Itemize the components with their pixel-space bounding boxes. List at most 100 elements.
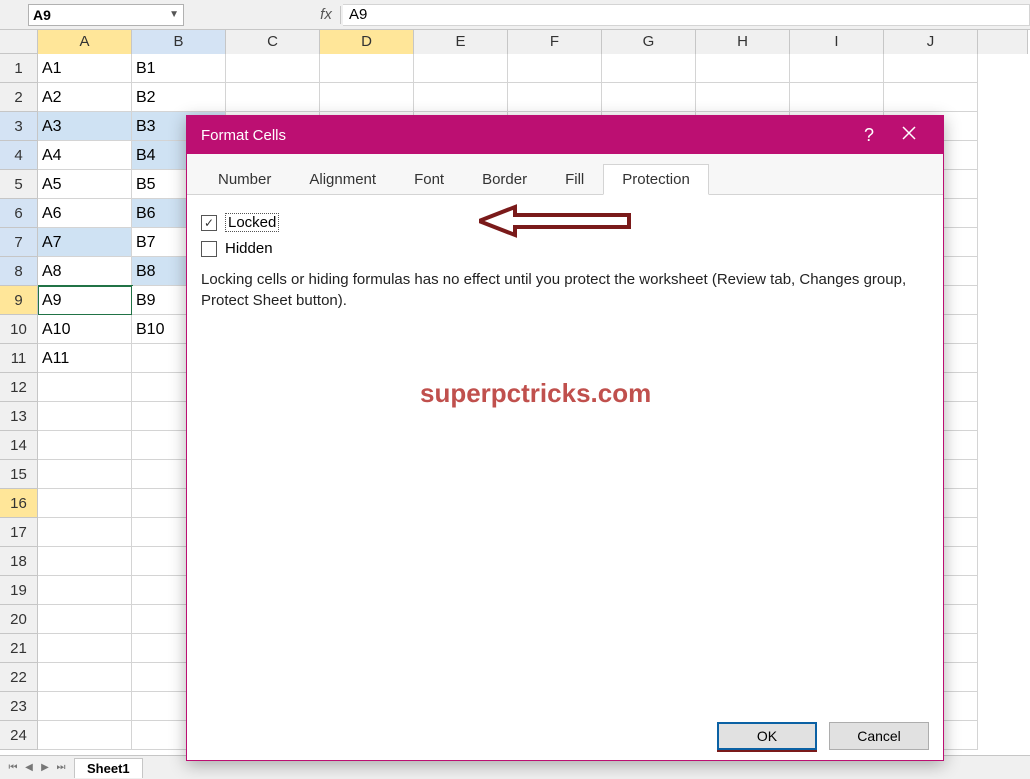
select-all-corner[interactable] bbox=[0, 30, 38, 54]
cell-b2[interactable]: B2 bbox=[132, 83, 226, 112]
cell-a3[interactable]: A3 bbox=[38, 112, 132, 141]
cell-a13[interactable] bbox=[38, 402, 132, 431]
tab-border[interactable]: Border bbox=[463, 164, 546, 194]
row-header-20[interactable]: 20 bbox=[0, 605, 38, 634]
column-header-i[interactable]: I bbox=[790, 30, 884, 54]
tab-fill[interactable]: Fill bbox=[546, 164, 603, 194]
column-header-g[interactable]: G bbox=[602, 30, 696, 54]
cell-a23[interactable] bbox=[38, 692, 132, 721]
column-header-a[interactable]: A bbox=[38, 30, 132, 54]
cell-a1[interactable]: A1 bbox=[38, 54, 132, 83]
cell-c2[interactable] bbox=[226, 83, 320, 112]
column-header-h[interactable]: H bbox=[696, 30, 790, 54]
column-header-c[interactable]: C bbox=[226, 30, 320, 54]
row-header-10[interactable]: 10 bbox=[0, 315, 38, 344]
row-header-6[interactable]: 6 bbox=[0, 199, 38, 228]
row-header-22[interactable]: 22 bbox=[0, 663, 38, 692]
fx-icon[interactable]: fx bbox=[314, 6, 338, 23]
cell-a16[interactable] bbox=[38, 489, 132, 518]
cell-a14[interactable] bbox=[38, 431, 132, 460]
row-header-21[interactable]: 21 bbox=[0, 634, 38, 663]
row-header-24[interactable]: 24 bbox=[0, 721, 38, 750]
formula-input[interactable]: A9 bbox=[343, 4, 1030, 26]
dialog-titlebar[interactable]: Format Cells ? bbox=[187, 116, 943, 154]
hidden-checkbox-row[interactable]: Hidden bbox=[201, 240, 929, 257]
cell-a7[interactable]: A7 bbox=[38, 228, 132, 257]
row-header-12[interactable]: 12 bbox=[0, 373, 38, 402]
cell-g2[interactable] bbox=[602, 83, 696, 112]
row-header-1[interactable]: 1 bbox=[0, 54, 38, 83]
cell-a6[interactable]: A6 bbox=[38, 199, 132, 228]
column-header-e[interactable]: E bbox=[414, 30, 508, 54]
tab-alignment[interactable]: Alignment bbox=[290, 164, 395, 194]
tab-font[interactable]: Font bbox=[395, 164, 463, 194]
row-header-7[interactable]: 7 bbox=[0, 228, 38, 257]
cell-a21[interactable] bbox=[38, 634, 132, 663]
cell-g1[interactable] bbox=[602, 54, 696, 83]
column-header-f[interactable]: F bbox=[508, 30, 602, 54]
cancel-button[interactable]: Cancel bbox=[829, 722, 929, 750]
cell-a12[interactable] bbox=[38, 373, 132, 402]
cell-a2[interactable]: A2 bbox=[38, 83, 132, 112]
cell-a10[interactable]: A10 bbox=[38, 315, 132, 344]
cell-f2[interactable] bbox=[508, 83, 602, 112]
column-header-d[interactable]: D bbox=[320, 30, 414, 54]
row-header-23[interactable]: 23 bbox=[0, 692, 38, 721]
tab-number[interactable]: Number bbox=[199, 164, 290, 194]
locked-checkbox[interactable] bbox=[201, 215, 217, 231]
cell-a15[interactable] bbox=[38, 460, 132, 489]
cell-a4[interactable]: A4 bbox=[38, 141, 132, 170]
hidden-checkbox[interactable] bbox=[201, 241, 217, 257]
cell-a22[interactable] bbox=[38, 663, 132, 692]
ok-button[interactable]: OK bbox=[717, 722, 817, 750]
row-header-11[interactable]: 11 bbox=[0, 344, 38, 373]
cell-c1[interactable] bbox=[226, 54, 320, 83]
row-header-5[interactable]: 5 bbox=[0, 170, 38, 199]
cell-i2[interactable] bbox=[790, 83, 884, 112]
chevron-down-icon[interactable]: ▼ bbox=[163, 9, 179, 20]
cell-e2[interactable] bbox=[414, 83, 508, 112]
tab-protection[interactable]: Protection bbox=[603, 164, 709, 195]
row-header-9[interactable]: 9 bbox=[0, 286, 38, 315]
cell-i1[interactable] bbox=[790, 54, 884, 83]
column-header-j[interactable]: J bbox=[884, 30, 978, 54]
row-header-3[interactable]: 3 bbox=[0, 112, 38, 141]
help-icon[interactable]: ? bbox=[849, 125, 889, 146]
row-header-18[interactable]: 18 bbox=[0, 547, 38, 576]
cell-e1[interactable] bbox=[414, 54, 508, 83]
cell-a5[interactable]: A5 bbox=[38, 170, 132, 199]
cell-h1[interactable] bbox=[696, 54, 790, 83]
row-header-16[interactable]: 16 bbox=[0, 489, 38, 518]
cell-a24[interactable] bbox=[38, 721, 132, 750]
cell-a18[interactable] bbox=[38, 547, 132, 576]
row-header-2[interactable]: 2 bbox=[0, 83, 38, 112]
cell-j2[interactable] bbox=[884, 83, 978, 112]
row-header-14[interactable]: 14 bbox=[0, 431, 38, 460]
cell-b1[interactable]: B1 bbox=[132, 54, 226, 83]
row-header-17[interactable]: 17 bbox=[0, 518, 38, 547]
cell-j1[interactable] bbox=[884, 54, 978, 83]
cell-h2[interactable] bbox=[696, 83, 790, 112]
row-header-19[interactable]: 19 bbox=[0, 576, 38, 605]
nav-first-icon[interactable]: ⏮ bbox=[6, 762, 20, 773]
cell-d2[interactable] bbox=[320, 83, 414, 112]
column-header-b[interactable]: B bbox=[132, 30, 226, 54]
row-header-4[interactable]: 4 bbox=[0, 141, 38, 170]
cell-f1[interactable] bbox=[508, 54, 602, 83]
sheet-tab-sheet1[interactable]: Sheet1 bbox=[74, 758, 143, 778]
nav-last-icon[interactable]: ⏭ bbox=[54, 762, 68, 773]
cell-a19[interactable] bbox=[38, 576, 132, 605]
row-header-8[interactable]: 8 bbox=[0, 257, 38, 286]
cell-d1[interactable] bbox=[320, 54, 414, 83]
cell-a17[interactable] bbox=[38, 518, 132, 547]
nav-next-icon[interactable]: ▶ bbox=[38, 762, 52, 773]
cell-a9[interactable]: A9 bbox=[38, 286, 132, 315]
close-icon[interactable] bbox=[889, 126, 929, 144]
cell-a11[interactable]: A11 bbox=[38, 344, 132, 373]
row-header-15[interactable]: 15 bbox=[0, 460, 38, 489]
name-box[interactable]: A9 ▼ bbox=[28, 4, 184, 26]
nav-prev-icon[interactable]: ◀ bbox=[22, 762, 36, 773]
row-header-13[interactable]: 13 bbox=[0, 402, 38, 431]
cell-a8[interactable]: A8 bbox=[38, 257, 132, 286]
cell-a20[interactable] bbox=[38, 605, 132, 634]
